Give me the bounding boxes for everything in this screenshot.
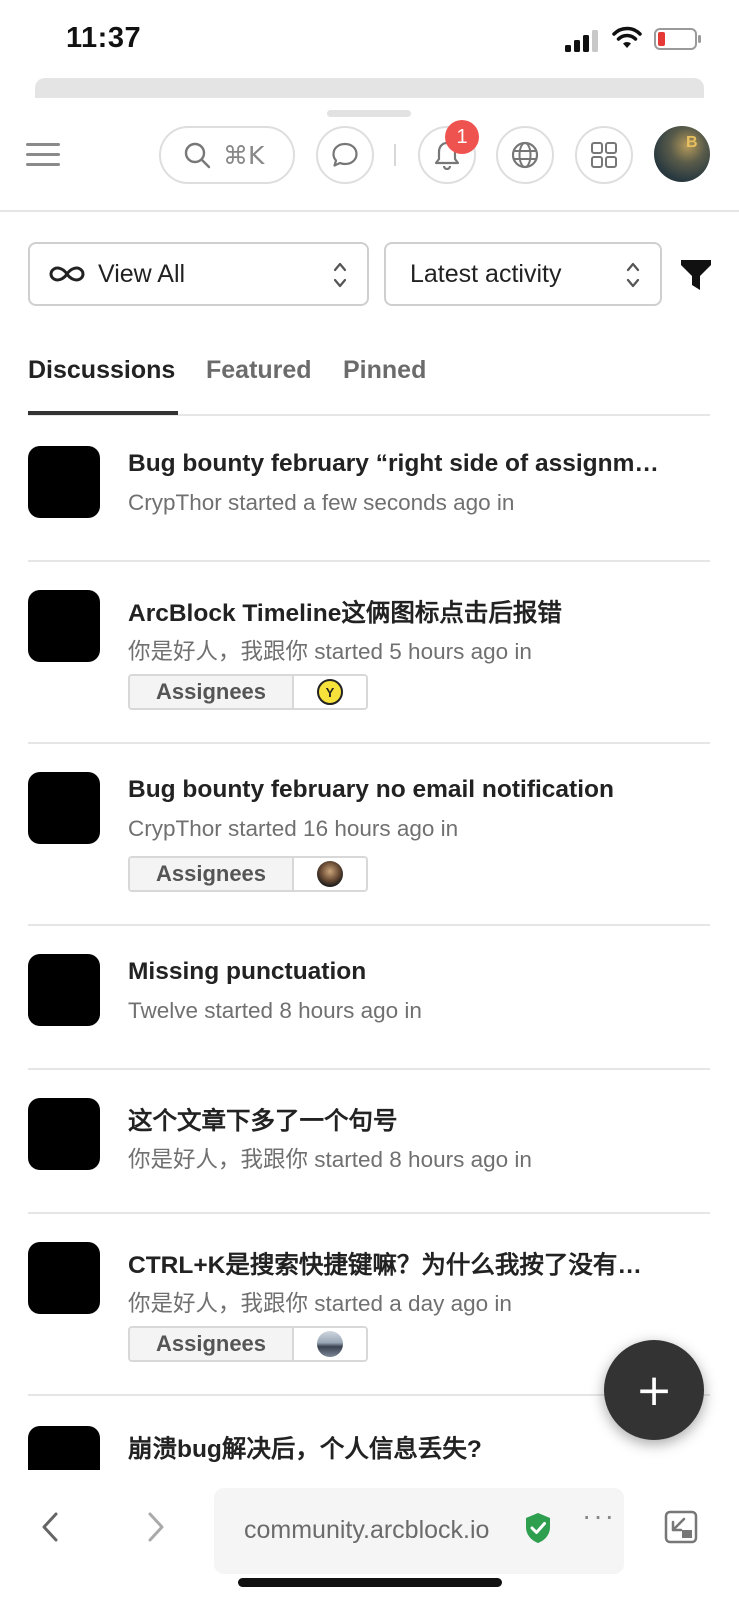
- list-item[interactable]: ArcBlock Timeline这俩图标点击后报错 你是好人，我跟你 star…: [28, 562, 710, 744]
- apps-button[interactable]: [575, 126, 633, 184]
- infinity-icon: [49, 266, 85, 282]
- back-arrow-icon[interactable]: [36, 1510, 66, 1544]
- notification-count-badge: 1: [445, 120, 479, 154]
- filter-funnel-icon[interactable]: [680, 258, 712, 292]
- apps-grid-icon: [591, 142, 617, 168]
- topic-meta: 你是好人，我跟你 started a day ago in: [128, 1291, 512, 1316]
- avatar-letter: B: [686, 134, 698, 151]
- search-shortcut-label: ⌘K: [223, 140, 265, 170]
- assignee-avatar-image: [317, 861, 343, 887]
- assignee-avatar-letter: Y: [317, 679, 343, 705]
- header-divider: [394, 144, 396, 166]
- topic-title[interactable]: 这个文章下多了一个句号: [128, 1102, 398, 1137]
- select-chevrons-icon: [333, 262, 347, 288]
- topic-title[interactable]: ArcBlock Timeline这俩图标点击后报错: [128, 594, 562, 629]
- status-time: 11:37: [66, 22, 142, 54]
- url-text: community.arcblock.io: [244, 1516, 490, 1544]
- list-item[interactable]: Missing punctuation Twelve started 8 hou…: [28, 926, 710, 1070]
- topic-title[interactable]: Bug bounty february no email notificatio…: [128, 776, 614, 804]
- assignees-label: Assignees: [130, 858, 294, 890]
- view-all-label: View All: [98, 259, 186, 288]
- status-bar: 11:37: [0, 0, 739, 74]
- topic-thumbnail: [28, 446, 100, 518]
- topic-thumbnail: [28, 954, 100, 1026]
- topic-title[interactable]: Missing punctuation: [128, 958, 366, 986]
- forward-arrow-icon[interactable]: [140, 1510, 170, 1544]
- address-bar[interactable]: community.arcblock.io: [214, 1488, 624, 1574]
- more-options-icon[interactable]: ···: [582, 1500, 616, 1532]
- list-item[interactable]: Bug bounty february no email notificatio…: [28, 744, 710, 926]
- battery-low-icon: [654, 28, 701, 50]
- topic-thumbnail: [28, 1098, 100, 1170]
- assignees-label: Assignees: [130, 1328, 294, 1360]
- open-in-app-icon[interactable]: [664, 1510, 698, 1544]
- topic-title[interactable]: Bug bounty february “right side of assig…: [128, 450, 659, 478]
- secure-shield-icon: [526, 1513, 550, 1543]
- sort-label: Latest activity: [410, 259, 562, 288]
- topic-meta: 你是好人，我跟你 started 8 hours ago in: [128, 1147, 532, 1172]
- assignees-tag: Assignees: [128, 856, 368, 892]
- topic-meta: CrypThor started 16 hours ago in: [128, 816, 459, 841]
- list-item[interactable]: 这个文章下多了一个句号 你是好人，我跟你 started 8 hours ago…: [28, 1070, 710, 1214]
- browser-sheet-edge: [35, 78, 704, 98]
- cellular-signal-icon: [565, 30, 598, 52]
- topic-thumbnail: [28, 1426, 100, 1470]
- topic-thumbnail: [28, 590, 100, 662]
- chat-bubble-icon: [332, 142, 358, 167]
- chat-button[interactable]: [316, 126, 374, 184]
- topic-thumbnail: [28, 1242, 100, 1314]
- topic-meta: CrypThor started a few seconds ago in: [128, 490, 515, 515]
- home-indicator[interactable]: [238, 1578, 502, 1587]
- assignee-avatar: [294, 858, 366, 890]
- active-tab-indicator: [28, 411, 178, 415]
- assignee-avatar: Y: [294, 676, 366, 708]
- assignee-avatar: [294, 1328, 366, 1360]
- tab-featured[interactable]: Featured: [206, 356, 312, 385]
- tab-discussions[interactable]: Discussions: [28, 356, 175, 385]
- assignees-tag: Assignees: [128, 1326, 368, 1362]
- topic-meta: 你是好人，我跟你 started 5 hours ago in: [128, 639, 532, 664]
- language-button[interactable]: [496, 126, 554, 184]
- assignee-avatar-image: [317, 1331, 343, 1357]
- hamburger-menu-icon[interactable]: [26, 143, 60, 169]
- list-item[interactable]: Bug bounty february “right side of assig…: [28, 418, 710, 562]
- new-topic-button[interactable]: +: [604, 1340, 704, 1440]
- wifi-icon: [612, 26, 642, 48]
- sort-select[interactable]: Latest activity: [384, 242, 662, 306]
- search-icon: [184, 142, 211, 169]
- assignees-label: Assignees: [130, 676, 294, 708]
- search-button[interactable]: ⌘K: [159, 126, 295, 184]
- view-all-select[interactable]: View All: [28, 242, 369, 306]
- topic-tabs: Discussions Featured Pinned: [28, 352, 710, 416]
- topic-thumbnail: [28, 772, 100, 844]
- select-chevrons-icon: [626, 262, 640, 288]
- topic-title[interactable]: 崩溃bug解决后，个人信息丢失?: [128, 1430, 482, 1465]
- assignees-tag: Assignees Y: [128, 674, 368, 710]
- sheet-grabber[interactable]: [327, 110, 411, 117]
- tab-pinned[interactable]: Pinned: [343, 356, 426, 385]
- site-header: ⌘K 1 B: [0, 120, 739, 212]
- globe-icon: [511, 141, 539, 169]
- topic-meta: Twelve started 8 hours ago in: [128, 998, 422, 1023]
- topic-title[interactable]: CTRL+K是搜索快捷键嘛？为什么我按了没有…: [128, 1246, 642, 1281]
- user-avatar[interactable]: B: [654, 126, 710, 182]
